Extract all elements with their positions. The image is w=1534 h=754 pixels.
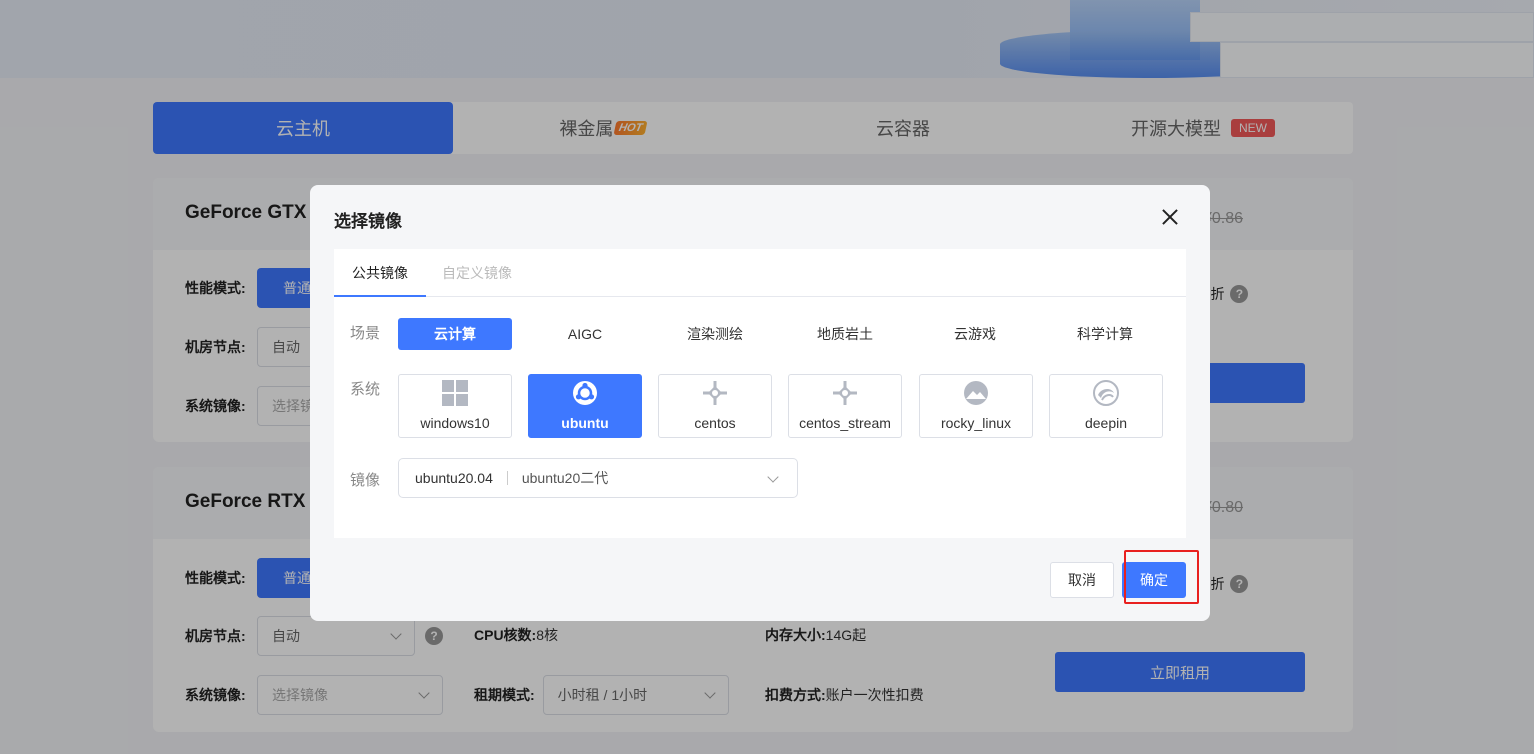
dialog-body: 公共镜像 自定义镜像 场景 云计算 AIGC 渲染测绘 地质岩土 云游戏 科学计… xyxy=(334,249,1186,538)
image-version-value: ubuntu20.04 xyxy=(415,470,493,486)
tab-label: 公共镜像 xyxy=(352,265,408,281)
os-windows10[interactable]: windows10 xyxy=(398,374,512,438)
scene-scientific-computing[interactable]: 科学计算 xyxy=(1048,318,1162,350)
system-label: 系统 xyxy=(350,381,381,398)
tab-custom-image[interactable]: 自定义镜像 xyxy=(442,249,512,297)
scene-cloud-gaming[interactable]: 云游戏 xyxy=(918,318,1032,350)
tab-label: 自定义镜像 xyxy=(442,265,512,281)
deepin-icon xyxy=(1092,379,1120,407)
centos-stream-icon xyxy=(831,379,859,407)
os-label: deepin xyxy=(1084,415,1128,431)
os-deepin[interactable]: deepin xyxy=(1049,374,1163,438)
image-field-label: 镜像 xyxy=(350,472,381,489)
windows-icon xyxy=(441,379,469,407)
tab-public-image[interactable]: 公共镜像 xyxy=(334,249,426,297)
divider xyxy=(506,471,508,485)
os-label: centos xyxy=(694,415,736,431)
image-version-select[interactable]: ubuntu20.04 ubuntu20二代 xyxy=(398,458,798,498)
os-centos-stream[interactable]: centos_stream xyxy=(788,374,902,438)
close-icon[interactable] xyxy=(1160,207,1180,227)
os-label: windows10 xyxy=(420,415,490,431)
rocky-linux-icon xyxy=(962,379,990,407)
image-version-sub: ubuntu20二代 xyxy=(521,470,609,486)
os-rocky-linux[interactable]: rocky_linux xyxy=(919,374,1033,438)
chevron-down-icon xyxy=(767,471,779,483)
scene-geology[interactable]: 地质岩土 xyxy=(788,318,902,350)
os-label: rocky_linux xyxy=(940,415,1012,431)
os-label: ubuntu xyxy=(561,415,609,431)
scene-label: 场景 xyxy=(350,325,381,342)
scene-rendering[interactable]: 渲染测绘 xyxy=(658,318,772,350)
os-label: centos_stream xyxy=(799,415,891,431)
os-ubuntu[interactable]: ubuntu xyxy=(528,374,642,438)
ubuntu-icon xyxy=(571,379,599,407)
image-source-tabs: 公共镜像 自定义镜像 xyxy=(334,249,1186,297)
select-image-dialog: 选择镜像 公共镜像 自定义镜像 场景 云计算 AIGC 渲染测绘 地质岩土 云游… xyxy=(310,185,1210,621)
scene-cloud-computing[interactable]: 云计算 xyxy=(398,318,512,350)
cancel-button[interactable]: 取消 xyxy=(1050,562,1114,598)
centos-icon xyxy=(701,379,729,407)
scene-aigc[interactable]: AIGC xyxy=(528,318,642,350)
dialog-title: 选择镜像 xyxy=(334,212,402,231)
highlight-box xyxy=(1124,550,1199,604)
os-centos[interactable]: centos xyxy=(658,374,772,438)
